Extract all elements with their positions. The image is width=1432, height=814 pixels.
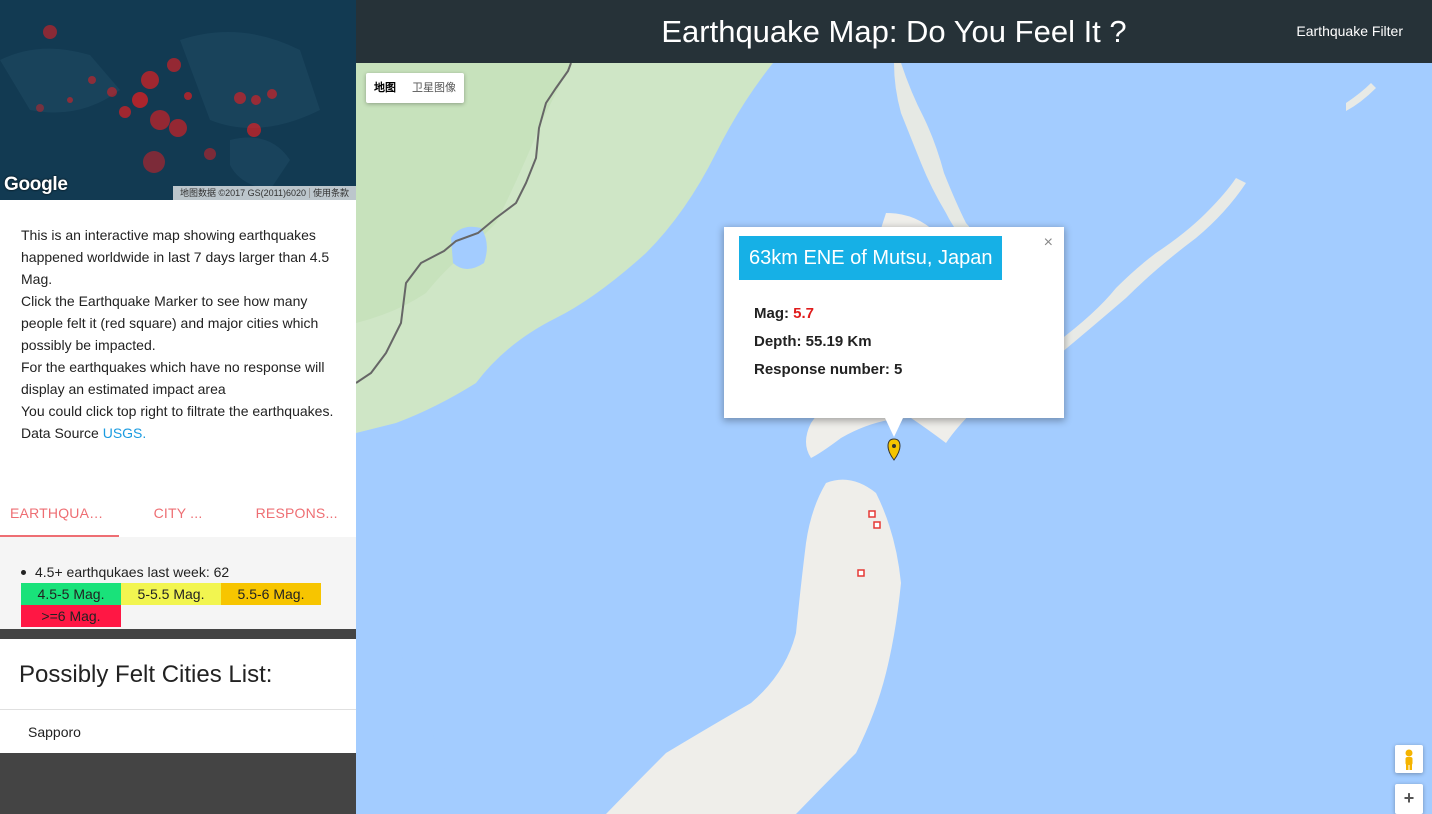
tab-response[interactable]: RESPONS...: [237, 495, 356, 537]
legend-6-plus: >=6 Mag.: [21, 605, 121, 627]
legend-boxes: 4.5-5 Mag. 5-5.5 Mag. 5.5-6 Mag. >=6 Mag…: [21, 583, 321, 627]
info-window-body: Mag: 5.7 Depth: 55.19 Km Response number…: [754, 300, 902, 384]
data-source-line: Data Source USGS.: [21, 422, 336, 444]
legend-5-to-5-5: 5-5.5 Mag.: [121, 583, 221, 605]
zoom-in-button[interactable]: +: [1395, 784, 1423, 814]
usgs-link[interactable]: USGS.: [103, 425, 147, 441]
description-line: For the earthquakes which have no respon…: [21, 359, 325, 397]
close-icon[interactable]: ×: [1044, 234, 1053, 252]
felt-city-item[interactable]: Sapporo: [0, 710, 356, 740]
depth-row: Depth: 55.19 Km: [754, 333, 872, 350]
page-title: Earthquake Map: Do You Feel It ?: [661, 14, 1127, 49]
tab-bar: EARTHQUAK... CITY ... RESPONS...: [0, 495, 356, 537]
earthquake-filter-button[interactable]: Earthquake Filter: [1296, 0, 1403, 63]
map-base-layer: [356, 63, 1376, 814]
tab-earthquakes[interactable]: EARTHQUAK...: [0, 495, 119, 537]
description-line: You could click top right to filtrate th…: [21, 403, 334, 419]
earthquake-marker[interactable]: [887, 438, 901, 461]
sidebar: Google 地图数据 ©2017 GS(2011)6020 使用条款 This …: [0, 0, 356, 814]
pegman-icon[interactable]: [1395, 745, 1423, 773]
bullet-icon: [21, 569, 26, 575]
magnitude-legend: 4.5+ earthqukaes last week: 62 4.5-5 Mag…: [0, 537, 356, 629]
magnitude-value: 5.7: [793, 305, 815, 322]
description-panel: This is an interactive map showing earth…: [0, 200, 356, 495]
legend-5-5-to-6: 5.5-6 Mag.: [221, 583, 321, 605]
attribution-text: 地图数据 ©2017 GS(2011)6020: [179, 188, 306, 198]
legend-4-5-to-5: 4.5-5 Mag.: [21, 583, 121, 605]
app-header: Earthquake Map: Do You Feel It ? Earthqu…: [356, 0, 1432, 63]
world-minimap[interactable]: Google 地图数据 ©2017 GS(2011)6020 使用条款: [0, 0, 356, 200]
map-type-roadmap-button[interactable]: 地图: [366, 73, 404, 103]
response-square[interactable]: [873, 521, 881, 529]
main-map[interactable]: 地图 卫星图像 × 63km ENE of Mutsu, Japan Mag: …: [356, 63, 1432, 814]
response-row: Response number: 5: [754, 361, 903, 378]
minimap-heat-layer: [0, 25, 320, 190]
info-window-title: 63km ENE of Mutsu, Japan: [739, 236, 1003, 280]
felt-cities-title: Possibly Felt Cities List:: [0, 639, 356, 710]
earthquake-count: 4.5+ earthqukaes last week: 62: [21, 563, 356, 581]
terms-link[interactable]: 使用条款: [308, 188, 352, 198]
map-type-satellite-button[interactable]: 卫星图像: [404, 73, 464, 103]
description-line: Click the Earthquake Marker to see how m…: [21, 293, 319, 353]
google-logo: Google: [4, 174, 68, 195]
felt-cities-card: Possibly Felt Cities List: Sapporo: [0, 639, 356, 753]
earthquake-info-window: × 63km ENE of Mutsu, Japan Mag: 5.7 Dept…: [724, 227, 1064, 437]
tab-city[interactable]: CITY ...: [119, 495, 238, 537]
map-type-control: 地图 卫星图像: [366, 73, 464, 103]
data-source-label: Data Source: [21, 425, 103, 441]
map-attribution: 地图数据 ©2017 GS(2011)6020 使用条款: [172, 186, 356, 200]
description-line: This is an interactive map showing earth…: [21, 227, 330, 287]
response-square[interactable]: [868, 510, 876, 518]
response-square[interactable]: [857, 569, 865, 577]
magnitude-row: Mag: 5.7: [754, 300, 902, 328]
magnitude-label: Mag:: [754, 305, 794, 322]
earthquake-count-text: 4.5+ earthqukaes last week: 62: [35, 564, 230, 580]
